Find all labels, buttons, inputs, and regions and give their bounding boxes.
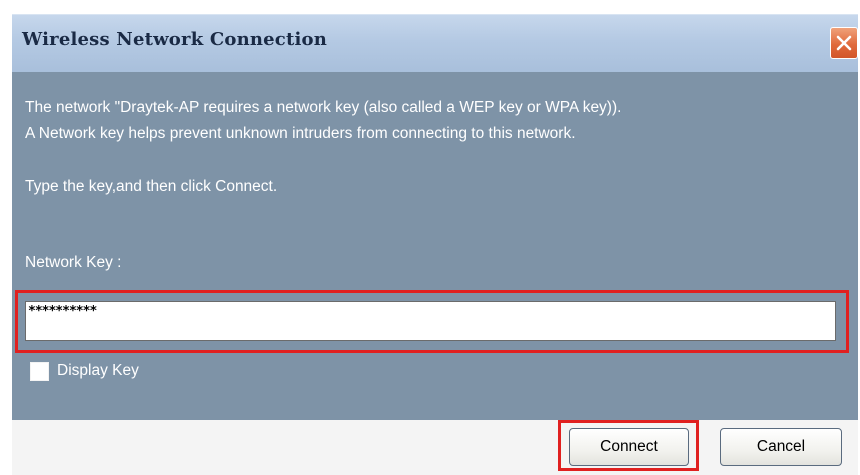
network-key-label: Network Key : [25,254,122,271]
wireless-network-connection-dialog: Wireless Network Connection The network … [0,0,860,475]
title-bar[interactable]: Wireless Network Connection [12,14,858,73]
message-line-2: A Network key helps prevent unknown intr… [25,125,576,142]
close-icon [836,35,852,51]
connect-button[interactable]: Connect [569,428,689,466]
message-line-1: The network "Draytek-AP requires a netwo… [25,99,622,116]
network-key-input[interactable]: ********** [25,301,836,341]
instruction-text: Type the key,and then click Connect. [25,178,278,195]
network-key-highlight: ********** [15,290,849,353]
dialog-title: Wireless Network Connection [22,29,328,50]
display-key-checkbox[interactable] [30,362,49,381]
cancel-button[interactable]: Cancel [720,428,842,466]
close-button[interactable] [830,27,858,59]
display-key-label[interactable]: Display Key [57,362,139,380]
